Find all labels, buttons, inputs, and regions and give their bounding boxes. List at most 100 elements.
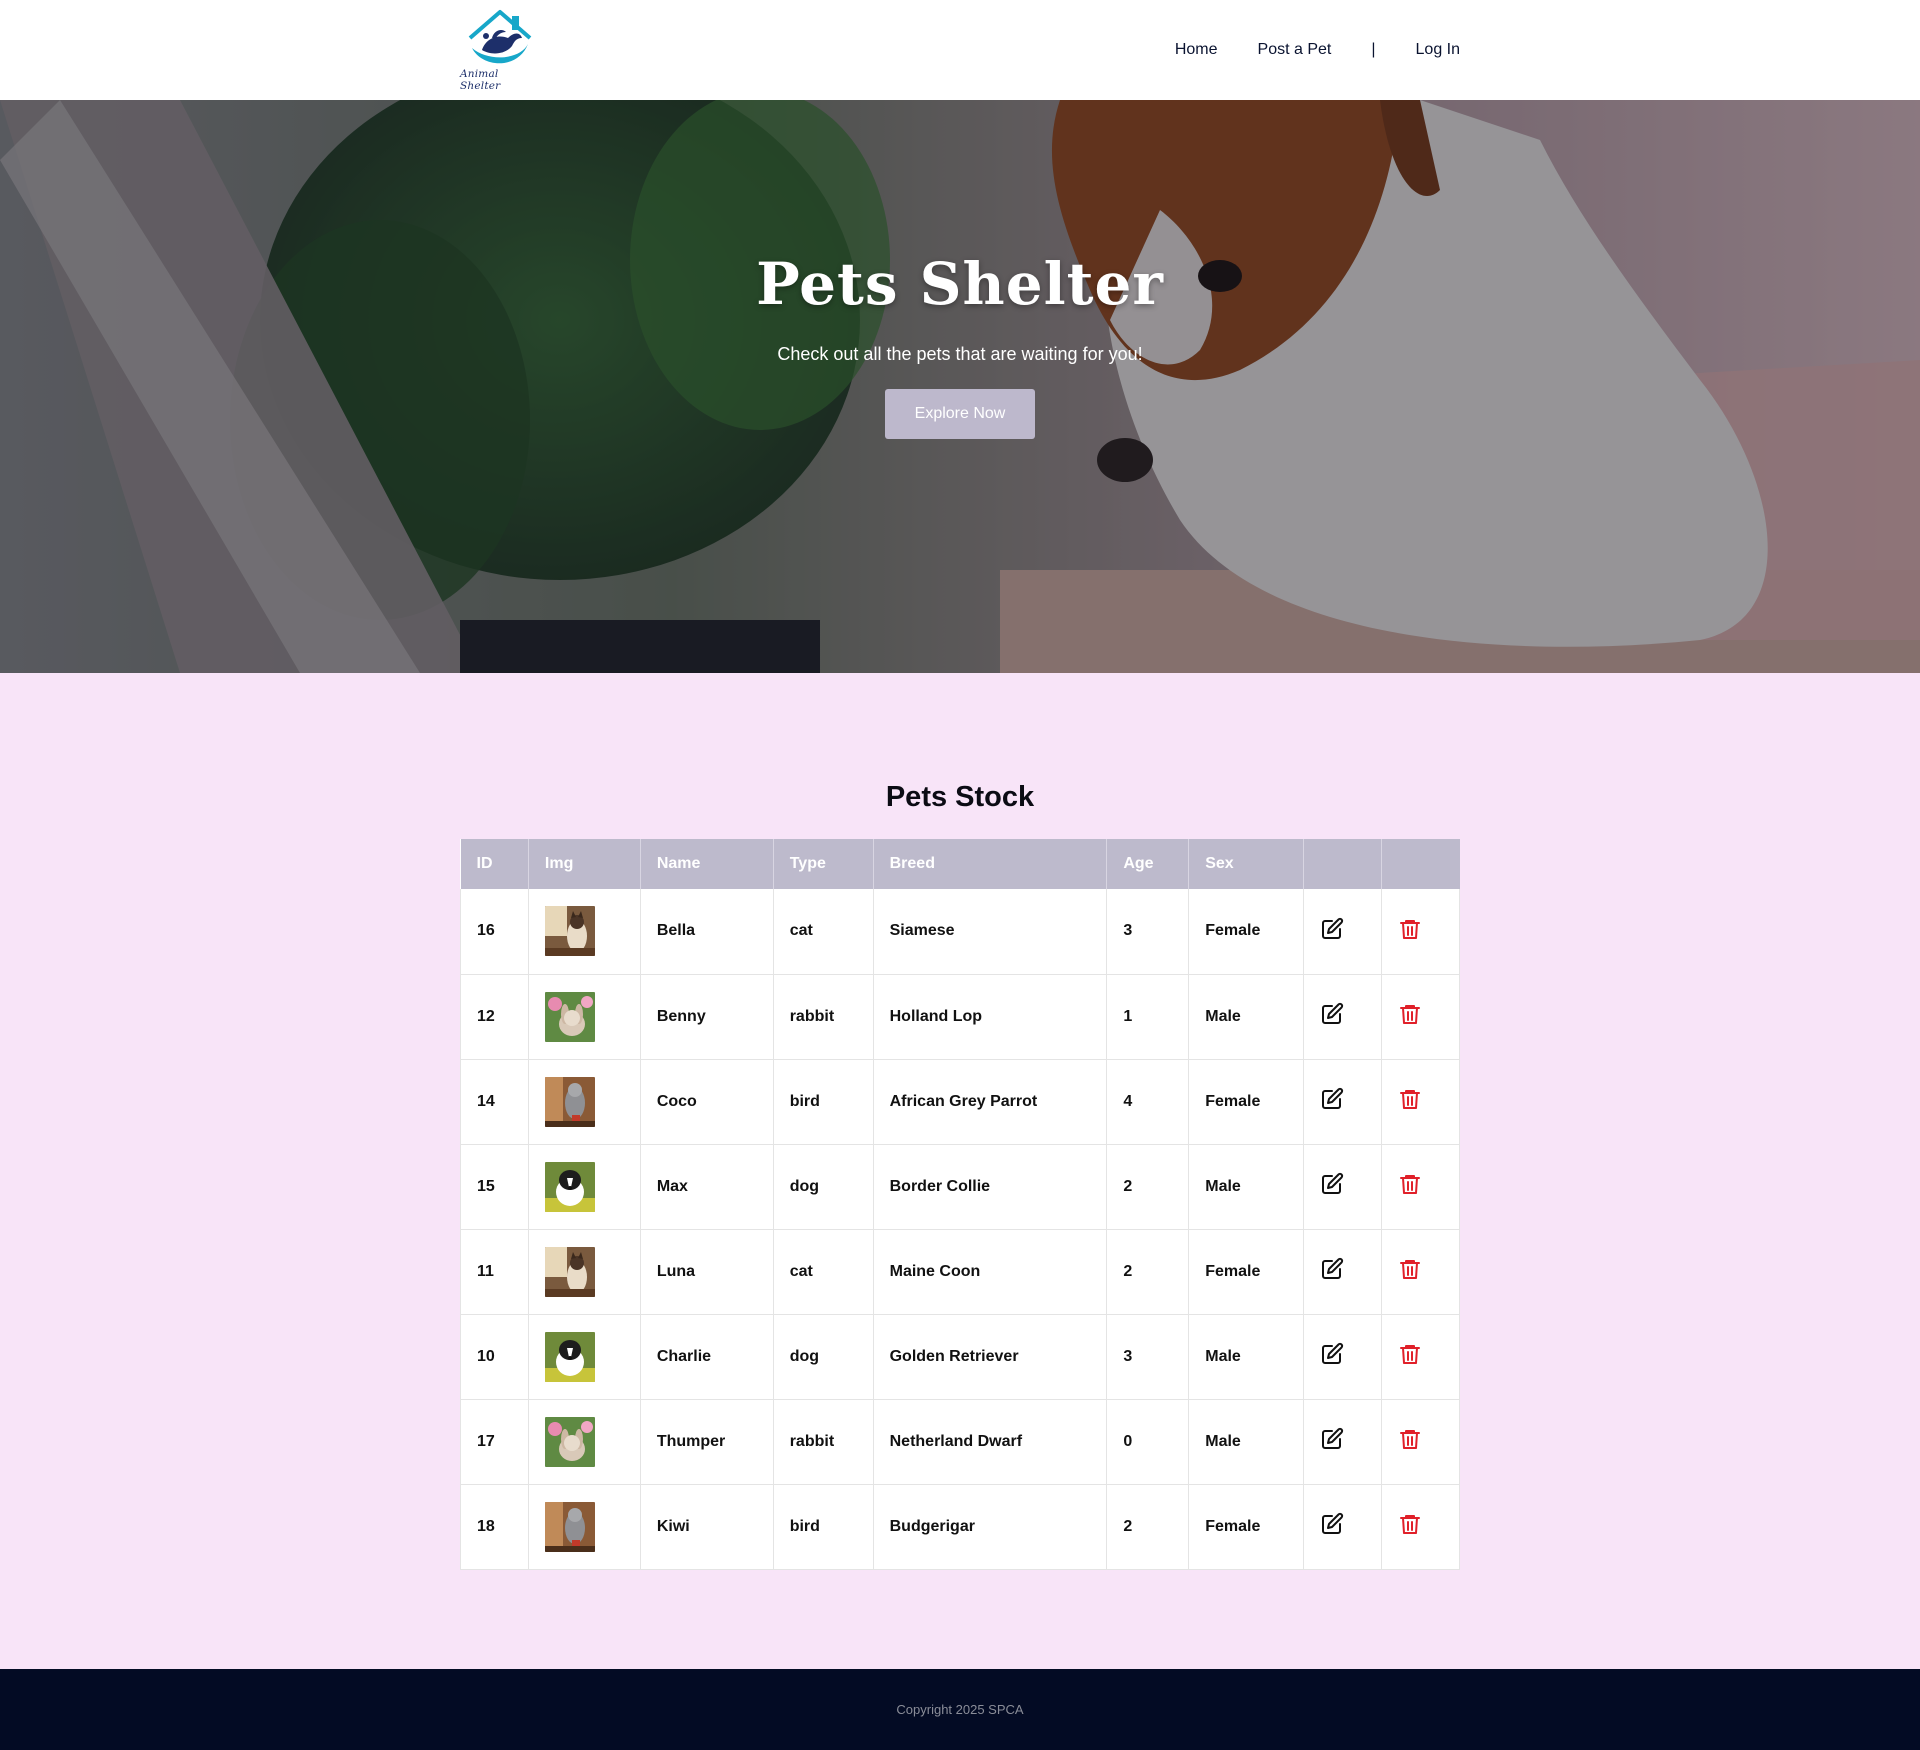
cell-id: 14	[460, 1059, 529, 1144]
cell-edit	[1303, 1059, 1383, 1144]
cell-delete	[1381, 1059, 1460, 1144]
trash-icon[interactable]	[1398, 1087, 1422, 1111]
table-row: 16 Bella cat Siamese 3 Female	[460, 889, 1460, 974]
footer: Copyright 2025 SPCA	[0, 1669, 1920, 1750]
cell-sex: Female	[1188, 1484, 1305, 1569]
cell-type: rabbit	[772, 974, 874, 1059]
cell-id: 10	[460, 1314, 529, 1399]
cell-id: 15	[460, 1144, 529, 1229]
table-row: 14 Coco bird African Grey Parrot 4 Female	[460, 1059, 1460, 1144]
header-breed: Breed	[873, 839, 1108, 889]
cell-delete	[1381, 1399, 1460, 1484]
header-id: ID	[460, 839, 529, 889]
edit-icon[interactable]	[1320, 1002, 1344, 1026]
pet-thumbnail-image	[544, 1161, 595, 1212]
cell-age: 3	[1106, 889, 1190, 974]
header-age: Age	[1106, 839, 1190, 889]
explore-now-button[interactable]: Explore Now	[885, 389, 1035, 439]
cell-edit	[1303, 889, 1383, 974]
trash-icon[interactable]	[1398, 917, 1422, 941]
cell-img	[527, 889, 641, 974]
nav-login-link[interactable]: Log In	[1416, 41, 1460, 59]
hero-content: Pets Shelter Check out all the pets that…	[0, 250, 1920, 439]
logo-text: Animal Shelter	[460, 68, 501, 92]
pet-thumbnail-image	[544, 991, 595, 1042]
cell-sex: Male	[1188, 1144, 1305, 1229]
cell-sex: Male	[1188, 1314, 1305, 1399]
logo[interactable]: Animal Shelter	[460, 8, 540, 92]
navbar: Animal Shelter Home Post a Pet | Log In	[0, 0, 1920, 100]
pet-thumbnail-image	[544, 1076, 595, 1127]
nav-home-link[interactable]: Home	[1175, 41, 1218, 59]
trash-icon[interactable]	[1398, 1257, 1422, 1281]
cell-age: 3	[1106, 1314, 1190, 1399]
trash-icon[interactable]	[1398, 1002, 1422, 1026]
cell-type: cat	[772, 1229, 874, 1314]
cell-type: bird	[772, 1484, 874, 1569]
cell-sex: Male	[1188, 1399, 1305, 1484]
cell-id: 17	[460, 1399, 529, 1484]
edit-icon[interactable]	[1320, 1257, 1344, 1281]
cell-edit	[1303, 1229, 1383, 1314]
cell-age: 0	[1106, 1399, 1190, 1484]
table-row: 10 Charlie dog Golden Retriever 3 Male	[460, 1314, 1460, 1399]
pet-thumbnail-image	[544, 906, 595, 957]
pets-table-body: 16 Bella cat Siamese 3 Female 12 Benny rabbit Hol…	[460, 889, 1460, 1569]
cell-name: Thumper	[639, 1399, 774, 1484]
cell-age: 2	[1106, 1229, 1190, 1314]
edit-icon[interactable]	[1320, 917, 1344, 941]
cell-name: Bella	[639, 889, 774, 974]
cell-name: Charlie	[639, 1314, 774, 1399]
cell-edit	[1303, 974, 1383, 1059]
cell-img	[527, 1059, 641, 1144]
cell-img	[527, 1484, 641, 1569]
header-edit	[1303, 839, 1383, 889]
cell-img	[527, 1144, 641, 1229]
cell-sex: Female	[1188, 1229, 1305, 1314]
trash-icon[interactable]	[1398, 1172, 1422, 1196]
cell-age: 4	[1106, 1059, 1190, 1144]
cell-delete	[1381, 1484, 1460, 1569]
cell-id: 11	[460, 1229, 529, 1314]
edit-icon[interactable]	[1320, 1427, 1344, 1451]
cell-breed: Border Collie	[872, 1144, 1108, 1229]
hero-subtitle: Check out all the pets that are waiting …	[777, 344, 1143, 364]
navbar-inner: Animal Shelter Home Post a Pet | Log In	[460, 0, 1460, 100]
nav-post-pet-link[interactable]: Post a Pet	[1258, 41, 1332, 59]
cell-img	[527, 974, 641, 1059]
cell-id: 16	[460, 889, 529, 974]
cell-edit	[1303, 1399, 1383, 1484]
cell-breed: Holland Lop	[872, 974, 1108, 1059]
cell-img	[527, 1399, 641, 1484]
edit-icon[interactable]	[1320, 1172, 1344, 1196]
nav-links: Home Post a Pet | Log In	[1135, 41, 1460, 59]
trash-icon[interactable]	[1398, 1427, 1422, 1451]
footer-copyright: Copyright 2025 SPCA	[896, 1702, 1024, 1717]
cell-type: bird	[772, 1059, 874, 1144]
header-type: Type	[773, 839, 874, 889]
cell-age: 2	[1106, 1144, 1190, 1229]
pets-stock-title: Pets Stock	[885, 781, 1035, 813]
cell-delete	[1381, 889, 1460, 974]
cell-name: Luna	[639, 1229, 774, 1314]
cell-sex: Female	[1188, 1059, 1305, 1144]
cell-name: Kiwi	[639, 1484, 774, 1569]
trash-icon[interactable]	[1398, 1342, 1422, 1366]
table-row: 11 Luna cat Maine Coon 2 Female	[460, 1229, 1460, 1314]
cell-breed: Budgerigar	[872, 1484, 1108, 1569]
cell-sex: Male	[1188, 974, 1305, 1059]
pet-thumbnail-image	[544, 1246, 595, 1297]
edit-icon[interactable]	[1320, 1087, 1344, 1111]
edit-icon[interactable]	[1320, 1342, 1344, 1366]
cell-edit	[1303, 1144, 1383, 1229]
cell-type: dog	[772, 1314, 874, 1399]
trash-icon[interactable]	[1398, 1512, 1422, 1536]
cell-breed: Maine Coon	[872, 1229, 1108, 1314]
edit-icon[interactable]	[1320, 1512, 1344, 1536]
cell-type: dog	[772, 1144, 874, 1229]
pets-table: ID Img Name Type Breed Age Sex 16 Bella ca…	[460, 839, 1460, 1570]
cell-edit	[1303, 1484, 1383, 1569]
table-row: 17 Thumper rabbit Netherland Dwarf 0 Male	[460, 1399, 1460, 1484]
cell-sex: Female	[1188, 889, 1305, 974]
cell-breed: Siamese	[872, 889, 1108, 974]
